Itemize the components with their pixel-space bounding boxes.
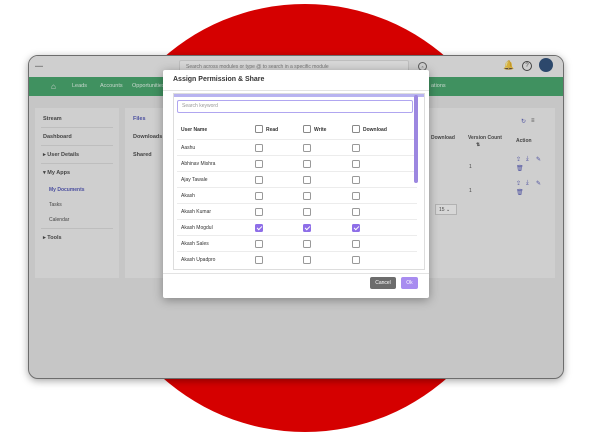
user-name: Akash Mogdul <box>181 225 213 231</box>
read-checkbox[interactable] <box>255 256 263 264</box>
search-keyword-input[interactable]: Search keyword <box>177 100 413 113</box>
write-all-checkbox[interactable] <box>303 125 311 133</box>
download-checkbox[interactable] <box>352 208 360 216</box>
user-name: Ajay Tawale <box>181 177 208 183</box>
download-all-checkbox[interactable] <box>352 125 360 133</box>
read-checkbox[interactable] <box>255 224 263 232</box>
scrollbar[interactable] <box>414 95 418 183</box>
assign-permission-modal: Assign Permission & Share Search keyword… <box>163 70 429 298</box>
read-checkbox[interactable] <box>255 176 263 184</box>
table-row: Abhinav Mishra <box>177 155 417 172</box>
cancel-button[interactable]: Cancel <box>370 277 396 289</box>
column-download: Download <box>363 127 387 133</box>
download-checkbox[interactable] <box>352 176 360 184</box>
read-checkbox[interactable] <box>255 240 263 248</box>
table-row: Akash <box>177 187 417 204</box>
permission-table: Search keyword User Name Read Write Down… <box>173 93 425 270</box>
download-checkbox[interactable] <box>352 160 360 168</box>
write-checkbox[interactable] <box>303 240 311 248</box>
table-row: Aashu <box>177 139 417 156</box>
column-write: Write <box>314 127 327 133</box>
download-checkbox[interactable] <box>352 224 360 232</box>
user-name: Akash Kumar <box>181 209 212 215</box>
divider <box>163 273 429 274</box>
write-checkbox[interactable] <box>303 208 311 216</box>
scroll-indicator <box>174 94 424 97</box>
download-checkbox[interactable] <box>352 192 360 200</box>
modal-title: Assign Permission & Share <box>173 76 265 83</box>
read-checkbox[interactable] <box>255 160 263 168</box>
table-row: Akash Upadpro <box>177 251 417 268</box>
write-checkbox[interactable] <box>303 160 311 168</box>
column-read: Read <box>266 127 279 133</box>
table-row: Akash Sales <box>177 235 417 252</box>
read-all-checkbox[interactable] <box>255 125 263 133</box>
write-checkbox[interactable] <box>303 256 311 264</box>
user-name: Akash Upadpro <box>181 257 216 263</box>
read-checkbox[interactable] <box>255 192 263 200</box>
ok-button[interactable]: Ok <box>401 277 418 289</box>
user-name: Akash <box>181 193 195 199</box>
write-checkbox[interactable] <box>303 224 311 232</box>
download-checkbox[interactable] <box>352 144 360 152</box>
download-checkbox[interactable] <box>352 240 360 248</box>
user-name: Akash Sales <box>181 241 209 247</box>
write-checkbox[interactable] <box>303 144 311 152</box>
table-row: Akash Mogdul <box>177 219 417 236</box>
read-checkbox[interactable] <box>255 208 263 216</box>
write-checkbox[interactable] <box>303 176 311 184</box>
user-name: Abhinav Mishra <box>181 161 216 167</box>
user-name: Aashu <box>181 145 196 151</box>
column-user-name: User Name <box>181 127 208 133</box>
read-checkbox[interactable] <box>255 144 263 152</box>
download-checkbox[interactable] <box>352 256 360 264</box>
table-row: Ajay Tawale <box>177 171 417 188</box>
divider <box>163 90 429 91</box>
table-row: Akash Kumar <box>177 203 417 220</box>
write-checkbox[interactable] <box>303 192 311 200</box>
